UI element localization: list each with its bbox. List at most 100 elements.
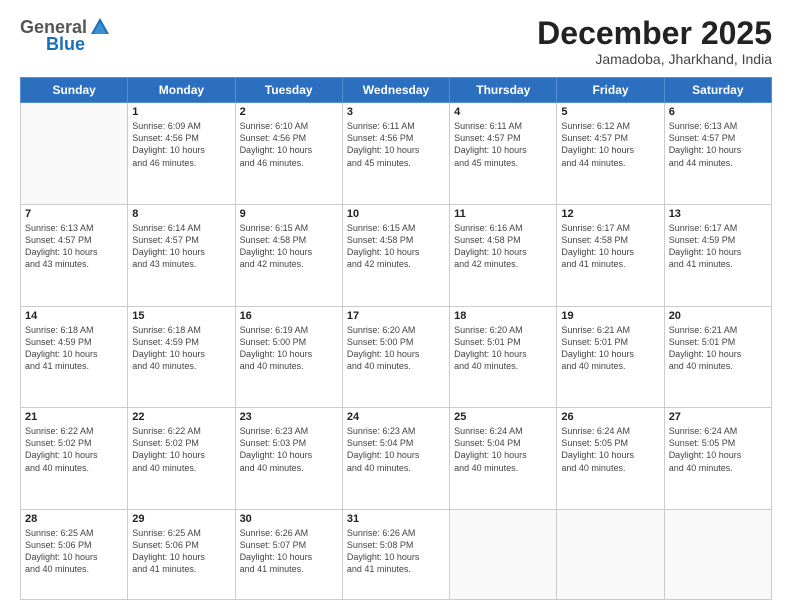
table-row: 21 Sunrise: 6:22 AM Sunset: 5:02 PM Dayli… xyxy=(21,408,128,510)
header: General Blue December 2025 Jamadoba, Jha… xyxy=(20,16,772,67)
day-info: Sunrise: 6:15 AM Sunset: 4:58 PM Dayligh… xyxy=(240,222,338,271)
weekday-header-sunday: Sunday xyxy=(21,78,128,103)
weekday-header-saturday: Saturday xyxy=(664,78,771,103)
day-info: Sunrise: 6:11 AM Sunset: 4:57 PM Dayligh… xyxy=(454,120,552,169)
day-info: Sunrise: 6:19 AM Sunset: 5:00 PM Dayligh… xyxy=(240,324,338,373)
day-info: Sunrise: 6:23 AM Sunset: 5:04 PM Dayligh… xyxy=(347,425,445,474)
day-number: 5 xyxy=(561,106,659,118)
table-row: 25Sunrise: 6:24 AM Sunset: 5:04 PM Dayli… xyxy=(450,408,557,510)
table-row: 20 Sunrise: 6:21 AM Sunset: 5:01 PM Dayli… xyxy=(664,306,771,408)
day-number: 11 xyxy=(454,208,552,220)
weekday-header-thursday: Thursday xyxy=(450,78,557,103)
day-number: 31 xyxy=(347,513,445,525)
calendar-table: SundayMondayTuesdayWednesdayThursdayFrid… xyxy=(20,77,772,600)
day-number: 9 xyxy=(240,208,338,220)
day-info: Sunrise: 6:13 AM Sunset: 4:57 PM Dayligh… xyxy=(25,222,123,271)
day-info: Sunrise: 6:11 AM Sunset: 4:56 PM Dayligh… xyxy=(347,120,445,169)
table-row: 31 Sunrise: 6:26 AM Sunset: 5:08 PM Dayli… xyxy=(342,509,449,599)
weekday-header-friday: Friday xyxy=(557,78,664,103)
day-info: Sunrise: 6:09 AM Sunset: 4:56 PM Dayligh… xyxy=(132,120,230,169)
day-info: Sunrise: 6:26 AM Sunset: 5:07 PM Dayligh… xyxy=(240,527,338,576)
calendar-week-3: 14Sunrise: 6:18 AM Sunset: 4:59 PM Dayli… xyxy=(21,306,772,408)
table-row: 13 Sunrise: 6:17 AM Sunset: 4:59 PM Dayli… xyxy=(664,204,771,306)
day-info: Sunrise: 6:21 AM Sunset: 5:01 PM Dayligh… xyxy=(561,324,659,373)
table-row: 7 Sunrise: 6:13 AM Sunset: 4:57 PM Daylig… xyxy=(21,204,128,306)
day-number: 19 xyxy=(561,310,659,322)
day-number: 21 xyxy=(25,411,123,423)
day-info: Sunrise: 6:10 AM Sunset: 4:56 PM Dayligh… xyxy=(240,120,338,169)
weekday-header-wednesday: Wednesday xyxy=(342,78,449,103)
day-info: Sunrise: 6:22 AM Sunset: 5:02 PM Dayligh… xyxy=(25,425,123,474)
day-info: Sunrise: 6:24 AM Sunset: 5:05 PM Dayligh… xyxy=(669,425,767,474)
day-info: Sunrise: 6:18 AM Sunset: 4:59 PM Dayligh… xyxy=(132,324,230,373)
day-info: Sunrise: 6:20 AM Sunset: 5:01 PM Dayligh… xyxy=(454,324,552,373)
day-number: 28 xyxy=(25,513,123,525)
day-info: Sunrise: 6:25 AM Sunset: 5:06 PM Dayligh… xyxy=(132,527,230,576)
table-row: 2 Sunrise: 6:10 AM Sunset: 4:56 PM Daylig… xyxy=(235,103,342,205)
table-row: 3 Sunrise: 6:11 AM Sunset: 4:56 PM Daylig… xyxy=(342,103,449,205)
table-row: 28 Sunrise: 6:25 AM Sunset: 5:06 PM Dayli… xyxy=(21,509,128,599)
calendar-week-5: 28 Sunrise: 6:25 AM Sunset: 5:06 PM Dayli… xyxy=(21,509,772,599)
logo: General Blue xyxy=(20,16,111,55)
day-info: Sunrise: 6:22 AM Sunset: 5:02 PM Dayligh… xyxy=(132,425,230,474)
table-row: 14Sunrise: 6:18 AM Sunset: 4:59 PM Dayli… xyxy=(21,306,128,408)
day-number: 2 xyxy=(240,106,338,118)
day-number: 16 xyxy=(240,310,338,322)
day-number: 3 xyxy=(347,106,445,118)
table-row: 26Sunrise: 6:24 AM Sunset: 5:05 PM Dayli… xyxy=(557,408,664,510)
table-row: 4Sunrise: 6:11 AM Sunset: 4:57 PM Daylig… xyxy=(450,103,557,205)
day-info: Sunrise: 6:24 AM Sunset: 5:05 PM Dayligh… xyxy=(561,425,659,474)
table-row: 10Sunrise: 6:15 AM Sunset: 4:58 PM Dayli… xyxy=(342,204,449,306)
day-number: 15 xyxy=(132,310,230,322)
day-info: Sunrise: 6:21 AM Sunset: 5:01 PM Dayligh… xyxy=(669,324,767,373)
table-row: 15 Sunrise: 6:18 AM Sunset: 4:59 PM Dayli… xyxy=(128,306,235,408)
day-number: 23 xyxy=(240,411,338,423)
day-number: 17 xyxy=(347,310,445,322)
day-number: 25 xyxy=(454,411,552,423)
logo-blue: Blue xyxy=(46,34,85,55)
table-row: 9 Sunrise: 6:15 AM Sunset: 4:58 PM Daylig… xyxy=(235,204,342,306)
day-info: Sunrise: 6:25 AM Sunset: 5:06 PM Dayligh… xyxy=(25,527,123,576)
day-number: 6 xyxy=(669,106,767,118)
table-row: 17 Sunrise: 6:20 AM Sunset: 5:00 PM Dayli… xyxy=(342,306,449,408)
day-number: 18 xyxy=(454,310,552,322)
table-row: 8Sunrise: 6:14 AM Sunset: 4:57 PM Daylig… xyxy=(128,204,235,306)
day-number: 29 xyxy=(132,513,230,525)
day-number: 22 xyxy=(132,411,230,423)
day-number: 7 xyxy=(25,208,123,220)
table-row: 22 Sunrise: 6:22 AM Sunset: 5:02 PM Dayli… xyxy=(128,408,235,510)
calendar-week-1: 1 Sunrise: 6:09 AM Sunset: 4:56 PM Daylig… xyxy=(21,103,772,205)
day-info: Sunrise: 6:15 AM Sunset: 4:58 PM Dayligh… xyxy=(347,222,445,271)
table-row: 1 Sunrise: 6:09 AM Sunset: 4:56 PM Daylig… xyxy=(128,103,235,205)
day-number: 20 xyxy=(669,310,767,322)
weekday-header-monday: Monday xyxy=(128,78,235,103)
page: General Blue December 2025 Jamadoba, Jha… xyxy=(0,0,792,612)
table-row: 30 Sunrise: 6:26 AM Sunset: 5:07 PM Dayli… xyxy=(235,509,342,599)
calendar-week-2: 7 Sunrise: 6:13 AM Sunset: 4:57 PM Daylig… xyxy=(21,204,772,306)
weekday-header-tuesday: Tuesday xyxy=(235,78,342,103)
location-subtitle: Jamadoba, Jharkhand, India xyxy=(537,51,772,67)
day-number: 13 xyxy=(669,208,767,220)
table-row: 29 Sunrise: 6:25 AM Sunset: 5:06 PM Dayli… xyxy=(128,509,235,599)
title-area: December 2025 Jamadoba, Jharkhand, India xyxy=(537,16,772,67)
day-info: Sunrise: 6:17 AM Sunset: 4:58 PM Dayligh… xyxy=(561,222,659,271)
day-number: 8 xyxy=(132,208,230,220)
day-info: Sunrise: 6:20 AM Sunset: 5:00 PM Dayligh… xyxy=(347,324,445,373)
day-number: 24 xyxy=(347,411,445,423)
table-row xyxy=(557,509,664,599)
day-info: Sunrise: 6:26 AM Sunset: 5:08 PM Dayligh… xyxy=(347,527,445,576)
day-number: 30 xyxy=(240,513,338,525)
table-row xyxy=(21,103,128,205)
table-row xyxy=(664,509,771,599)
table-row: 18 Sunrise: 6:20 AM Sunset: 5:01 PM Dayli… xyxy=(450,306,557,408)
table-row: 19 Sunrise: 6:21 AM Sunset: 5:01 PM Dayli… xyxy=(557,306,664,408)
day-info: Sunrise: 6:18 AM Sunset: 4:59 PM Dayligh… xyxy=(25,324,123,373)
day-info: Sunrise: 6:23 AM Sunset: 5:03 PM Dayligh… xyxy=(240,425,338,474)
day-number: 1 xyxy=(132,106,230,118)
day-info: Sunrise: 6:17 AM Sunset: 4:59 PM Dayligh… xyxy=(669,222,767,271)
weekday-header-row: SundayMondayTuesdayWednesdayThursdayFrid… xyxy=(21,78,772,103)
table-row xyxy=(450,509,557,599)
day-info: Sunrise: 6:12 AM Sunset: 4:57 PM Dayligh… xyxy=(561,120,659,169)
day-info: Sunrise: 6:16 AM Sunset: 4:58 PM Dayligh… xyxy=(454,222,552,271)
table-row: 12Sunrise: 6:17 AM Sunset: 4:58 PM Dayli… xyxy=(557,204,664,306)
